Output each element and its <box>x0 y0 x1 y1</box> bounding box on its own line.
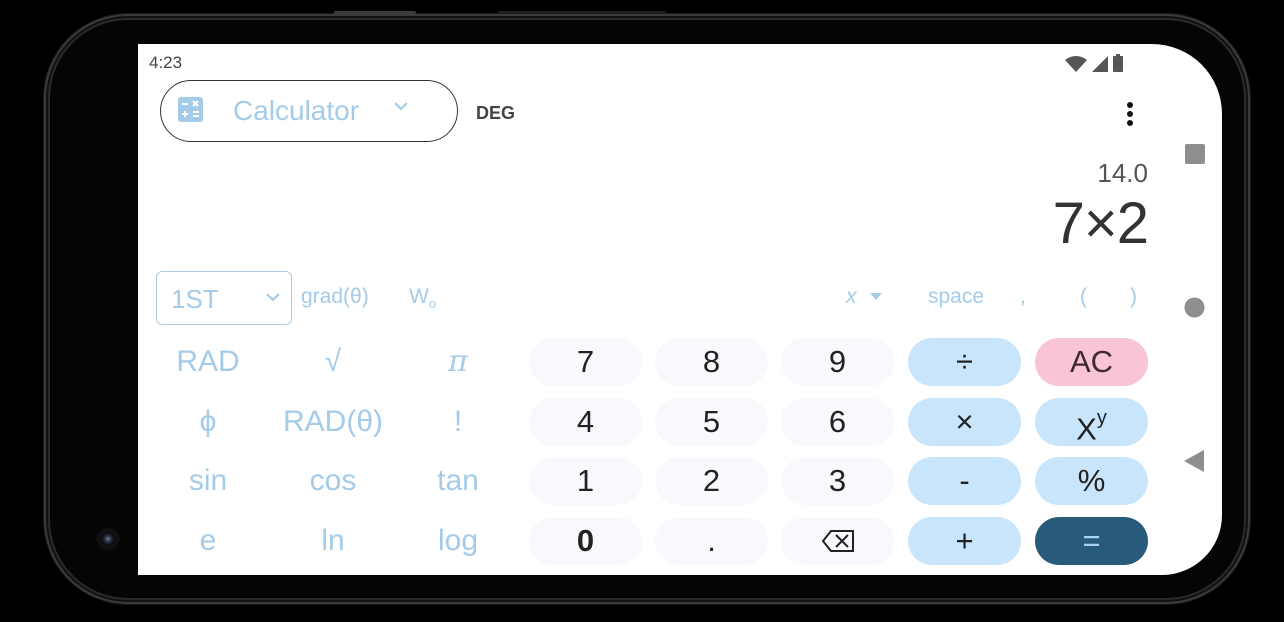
digit-0-button[interactable]: 0 <box>529 517 642 565</box>
grad-theta-key[interactable]: grad(θ) <box>301 285 369 309</box>
digit-2-button[interactable]: 2 <box>655 457 768 505</box>
chevron-down-icon <box>266 293 280 302</box>
divide-button[interactable]: ÷ <box>908 338 1021 386</box>
equals-button[interactable]: = <box>1035 517 1148 565</box>
rad-key[interactable]: RAD <box>153 338 263 386</box>
e-key[interactable]: e <box>153 517 263 565</box>
all-clear-button[interactable]: AC <box>1035 338 1148 386</box>
chevron-down-icon <box>394 102 408 111</box>
ln-key[interactable]: ln <box>278 517 388 565</box>
open-paren-key[interactable]: ( <box>1080 285 1087 309</box>
variable-x-label: x <box>846 285 857 308</box>
power-base-label: X <box>1076 411 1097 447</box>
digit-3-button[interactable]: 3 <box>781 457 894 505</box>
more-vert-icon[interactable] <box>1118 99 1142 129</box>
expression-display[interactable]: 7×2 <box>1053 190 1149 257</box>
w-naught-subscript: o <box>428 296 437 312</box>
home-circle-icon[interactable] <box>1184 297 1205 318</box>
power-exponent-label: y <box>1096 407 1107 429</box>
pi-key[interactable]: π <box>403 338 513 386</box>
cellular-signal-icon <box>1092 56 1108 72</box>
sin-key[interactable]: sin <box>153 457 263 505</box>
wifi-icon <box>1065 56 1087 72</box>
digit-9-button[interactable]: 9 <box>781 338 894 386</box>
subtract-button[interactable]: - <box>908 457 1021 505</box>
result-display: 14.0 <box>1097 158 1148 188</box>
angle-mode-toggle[interactable]: DEG <box>476 103 515 124</box>
decimal-point-button[interactable]: . <box>655 517 768 565</box>
multiply-button[interactable]: × <box>908 398 1021 446</box>
close-paren-key[interactable]: ) <box>1130 285 1137 309</box>
caret-down-icon <box>870 293 883 301</box>
status-time: 4:23 <box>149 53 183 72</box>
recents-square-icon[interactable] <box>1185 144 1205 164</box>
comma-key[interactable]: , <box>1020 285 1026 309</box>
log-key[interactable]: log <box>403 517 513 565</box>
shift-dropdown[interactable]: 1ST <box>156 271 292 325</box>
power-button[interactable]: Xy <box>1035 398 1148 446</box>
digit-6-button[interactable]: 6 <box>781 398 894 446</box>
phi-key[interactable]: ϕ <box>153 398 263 446</box>
rad-theta-key[interactable]: RAD(θ) <box>278 398 388 446</box>
digit-7-button[interactable]: 7 <box>529 338 642 386</box>
backspace-icon <box>821 529 854 552</box>
mode-selector-dropdown[interactable]: Calculator <box>160 80 458 142</box>
calculator-icon <box>178 97 203 122</box>
phone-power-button <box>498 11 666 14</box>
battery-icon <box>1113 54 1123 72</box>
phone-volume-button <box>334 11 416 14</box>
tan-key[interactable]: tan <box>403 457 513 505</box>
factorial-key[interactable]: ! <box>403 398 513 446</box>
shift-dropdown-value: 1ST <box>171 284 219 314</box>
digit-1-button[interactable]: 1 <box>529 457 642 505</box>
digit-4-button[interactable]: 4 <box>529 398 642 446</box>
w-naught-key[interactable]: Wo <box>409 285 436 311</box>
digit-8-button[interactable]: 8 <box>655 338 768 386</box>
space-key[interactable]: space <box>928 285 984 309</box>
status-icons <box>1065 54 1123 72</box>
front-camera <box>96 527 120 551</box>
cos-key[interactable]: cos <box>278 457 388 505</box>
backspace-button[interactable] <box>781 517 894 565</box>
variable-x-key[interactable]: x <box>846 285 883 309</box>
sqrt-key[interactable]: √ <box>278 338 388 386</box>
percent-button[interactable]: % <box>1035 457 1148 505</box>
add-button[interactable]: + <box>908 517 1021 565</box>
back-triangle-icon[interactable] <box>1184 450 1204 472</box>
w-naught-label: W <box>409 285 429 308</box>
digit-5-button[interactable]: 5 <box>655 398 768 446</box>
mode-label: Calculator <box>233 95 360 126</box>
screen: 4:23 Calculator DEG 14.0 7×2 1ST grad(θ)… <box>138 44 1222 575</box>
